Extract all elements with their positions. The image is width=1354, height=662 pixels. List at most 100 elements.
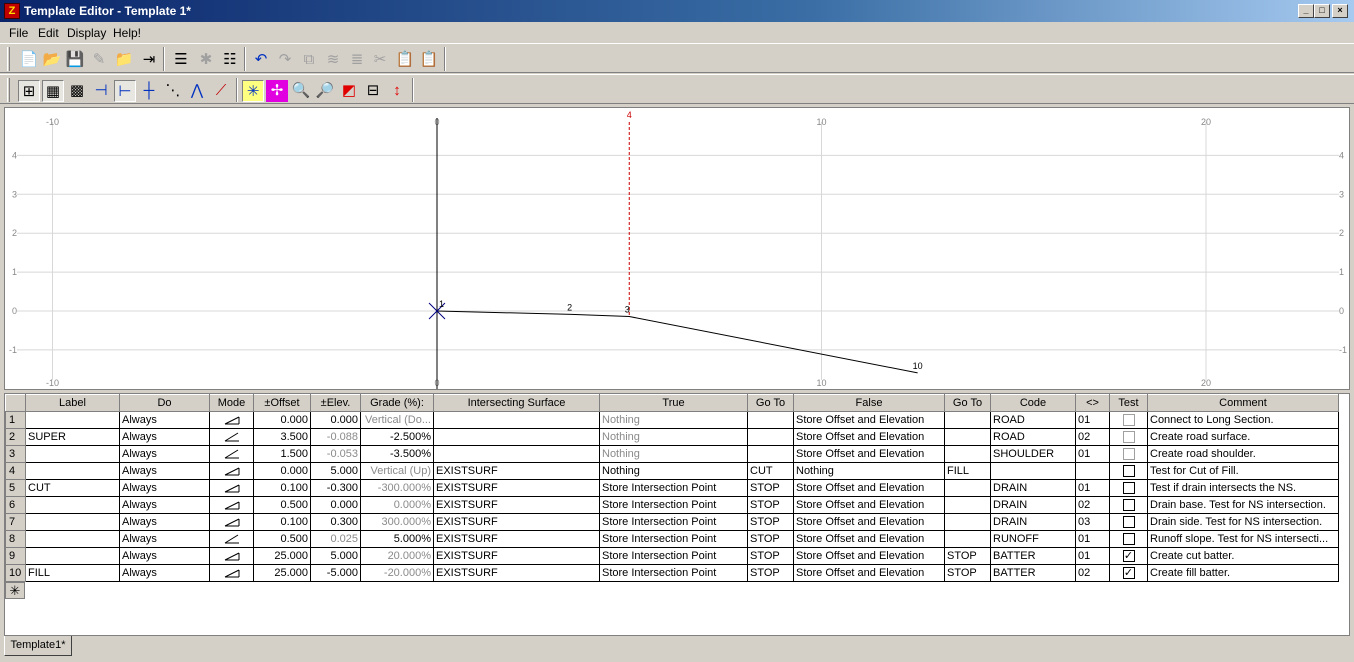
- goto-true-header[interactable]: Go To: [747, 394, 794, 412]
- points-icon[interactable]: ⋱: [162, 80, 184, 102]
- elev-cell[interactable]: -0.088: [310, 428, 361, 446]
- surface-cell[interactable]: EXISTSURF: [433, 513, 600, 531]
- surface-cell[interactable]: [433, 411, 600, 429]
- edit-pencil-icon[interactable]: ✎: [88, 49, 110, 71]
- table-row[interactable]: 9 Always 25.000 5.000 20.000% EXISTSURF Store …: [5, 547, 1339, 565]
- code-cell[interactable]: BATTER: [990, 564, 1076, 582]
- new-row-button[interactable]: ✳: [5, 582, 25, 599]
- table-row[interactable]: 1 Always 0.000 0.000 Vertical (Do... Nothing S…: [5, 411, 1339, 429]
- goto-true-cell[interactable]: [747, 428, 794, 446]
- do-cell[interactable]: Always: [119, 445, 210, 463]
- order-cell[interactable]: [1075, 462, 1110, 480]
- do-cell[interactable]: Always: [119, 428, 210, 446]
- true-cell[interactable]: Nothing: [599, 445, 748, 463]
- grade-header[interactable]: Grade (%):: [360, 394, 434, 412]
- do-cell[interactable]: Always: [119, 411, 210, 429]
- test-checkbox[interactable]: [1122, 533, 1135, 546]
- comment-cell[interactable]: Runoff slope. Test for NS intersecti...: [1147, 530, 1339, 548]
- surface-header[interactable]: Intersecting Surface: [433, 394, 600, 412]
- elev-cell[interactable]: 0.000: [310, 496, 361, 514]
- goto-true-cell[interactable]: STOP: [747, 564, 794, 582]
- undo-icon[interactable]: ↶: [250, 49, 272, 71]
- false-cell[interactable]: Store Offset and Elevation: [793, 479, 945, 497]
- offset-cell[interactable]: 25.000: [253, 547, 311, 565]
- elev-cell[interactable]: 0.025: [310, 530, 361, 548]
- table-row[interactable]: 4 Always 0.000 5.000 Vertical (Up) EXISTSURF N…: [5, 462, 1339, 480]
- elev-cell[interactable]: -5.000: [310, 564, 361, 582]
- paste-special-icon[interactable]: 📋: [418, 49, 440, 71]
- do-cell[interactable]: Always: [119, 564, 210, 582]
- grade-cell[interactable]: -20.000%: [360, 564, 434, 582]
- test-cell[interactable]: [1109, 513, 1148, 531]
- minimize-button[interactable]: _: [1298, 4, 1314, 18]
- branch-icon[interactable]: ⊢: [114, 80, 136, 102]
- offset-cell[interactable]: 0.000: [253, 462, 311, 480]
- split-view-icon[interactable]: ⊞: [18, 80, 40, 102]
- do-cell[interactable]: Always: [119, 479, 210, 497]
- label-cell[interactable]: [25, 411, 120, 429]
- grade-cell[interactable]: 20.000%: [360, 547, 434, 565]
- elev-cell[interactable]: 5.000: [310, 547, 361, 565]
- order-cell[interactable]: 03: [1075, 513, 1110, 531]
- tab-template1[interactable]: Template1*: [4, 636, 72, 656]
- test-checkbox[interactable]: [1122, 516, 1135, 529]
- comment-cell[interactable]: Test if drain intersects the NS.: [1147, 479, 1339, 497]
- open-icon[interactable]: 📂: [41, 49, 63, 71]
- false-cell[interactable]: Store Offset and Elevation: [793, 496, 945, 514]
- menu-file[interactable]: File: [9, 26, 28, 40]
- code-cell[interactable]: ROAD: [990, 411, 1076, 429]
- peaks-icon[interactable]: ⋀: [186, 80, 208, 102]
- test-checkbox[interactable]: [1122, 499, 1135, 512]
- offset-cell[interactable]: 1.500: [253, 445, 311, 463]
- test-cell[interactable]: [1109, 462, 1148, 480]
- comment-cell[interactable]: Create road surface.: [1147, 428, 1339, 446]
- goto-true-cell[interactable]: STOP: [747, 547, 794, 565]
- template-canvas[interactable]: -1001020-10010204433221100-1-1412310: [4, 107, 1350, 390]
- false-cell[interactable]: Nothing: [793, 462, 945, 480]
- false-cell[interactable]: Store Offset and Elevation: [793, 513, 945, 531]
- comment-cell[interactable]: Create cut batter.: [1147, 547, 1339, 565]
- zoom-extents-icon[interactable]: ⊟: [362, 80, 384, 102]
- surface-cell[interactable]: [433, 428, 600, 446]
- mode-cell[interactable]: [209, 496, 254, 514]
- surface-cell[interactable]: EXISTSURF: [433, 564, 600, 582]
- test-checkbox[interactable]: [1122, 431, 1135, 444]
- order-cell[interactable]: 01: [1075, 479, 1110, 497]
- goto-true-cell[interactable]: CUT: [747, 462, 794, 480]
- paste-icon[interactable]: 📋: [394, 49, 416, 71]
- offset-header[interactable]: ±Offset: [253, 394, 311, 412]
- label-cell[interactable]: [25, 547, 120, 565]
- maximize-button[interactable]: □: [1314, 4, 1330, 18]
- label-cell[interactable]: [25, 462, 120, 480]
- menu-display[interactable]: Display: [67, 26, 106, 40]
- offset-cell[interactable]: 0.100: [253, 513, 311, 531]
- zoom-out-icon[interactable]: 🔎: [314, 80, 336, 102]
- table-row[interactable]: 2 SUPER Always 3.500 -0.088 -2.500% Nothing Sto…: [5, 428, 1339, 446]
- false-cell[interactable]: Store Offset and Elevation: [793, 445, 945, 463]
- true-cell[interactable]: Store Intersection Point: [599, 547, 748, 565]
- test-checkbox[interactable]: [1122, 482, 1135, 495]
- false-cell[interactable]: Store Offset and Elevation: [793, 428, 945, 446]
- align-rows-icon[interactable]: ≣: [346, 49, 368, 71]
- mode-cell[interactable]: [209, 479, 254, 497]
- order-cell[interactable]: 01: [1075, 445, 1110, 463]
- test-cell[interactable]: [1109, 411, 1148, 429]
- do-header[interactable]: Do: [119, 394, 210, 412]
- insert-row-icon[interactable]: ☰: [170, 49, 192, 71]
- goto-false-cell[interactable]: [944, 445, 991, 463]
- merge-rows-icon[interactable]: ≋: [322, 49, 344, 71]
- table-row[interactable]: 6 Always 0.500 0.000 0.000% EXISTSURF Store In…: [5, 496, 1339, 514]
- table-row[interactable]: 7 Always 0.100 0.300 300.000% EXISTSURF Store …: [5, 513, 1339, 531]
- fill-grid-icon[interactable]: ▩: [66, 80, 88, 102]
- code-header[interactable]: Code: [990, 394, 1076, 412]
- open-folder-icon[interactable]: 📁: [113, 49, 135, 71]
- elev-cell[interactable]: -0.053: [310, 445, 361, 463]
- label-header[interactable]: Label: [25, 394, 120, 412]
- elev-cell[interactable]: -0.300: [310, 479, 361, 497]
- elev-header[interactable]: ±Elev.: [310, 394, 361, 412]
- mode-cell[interactable]: [209, 445, 254, 463]
- table-row[interactable]: 10 FILL Always 25.000 -5.000 -20.000% EXISTSUR…: [5, 564, 1339, 582]
- template-plot[interactable]: -1001020-10010204433221100-1-1412310: [5, 108, 1349, 389]
- new-icon[interactable]: 📄: [18, 49, 40, 71]
- menu-help[interactable]: Help!: [113, 26, 141, 40]
